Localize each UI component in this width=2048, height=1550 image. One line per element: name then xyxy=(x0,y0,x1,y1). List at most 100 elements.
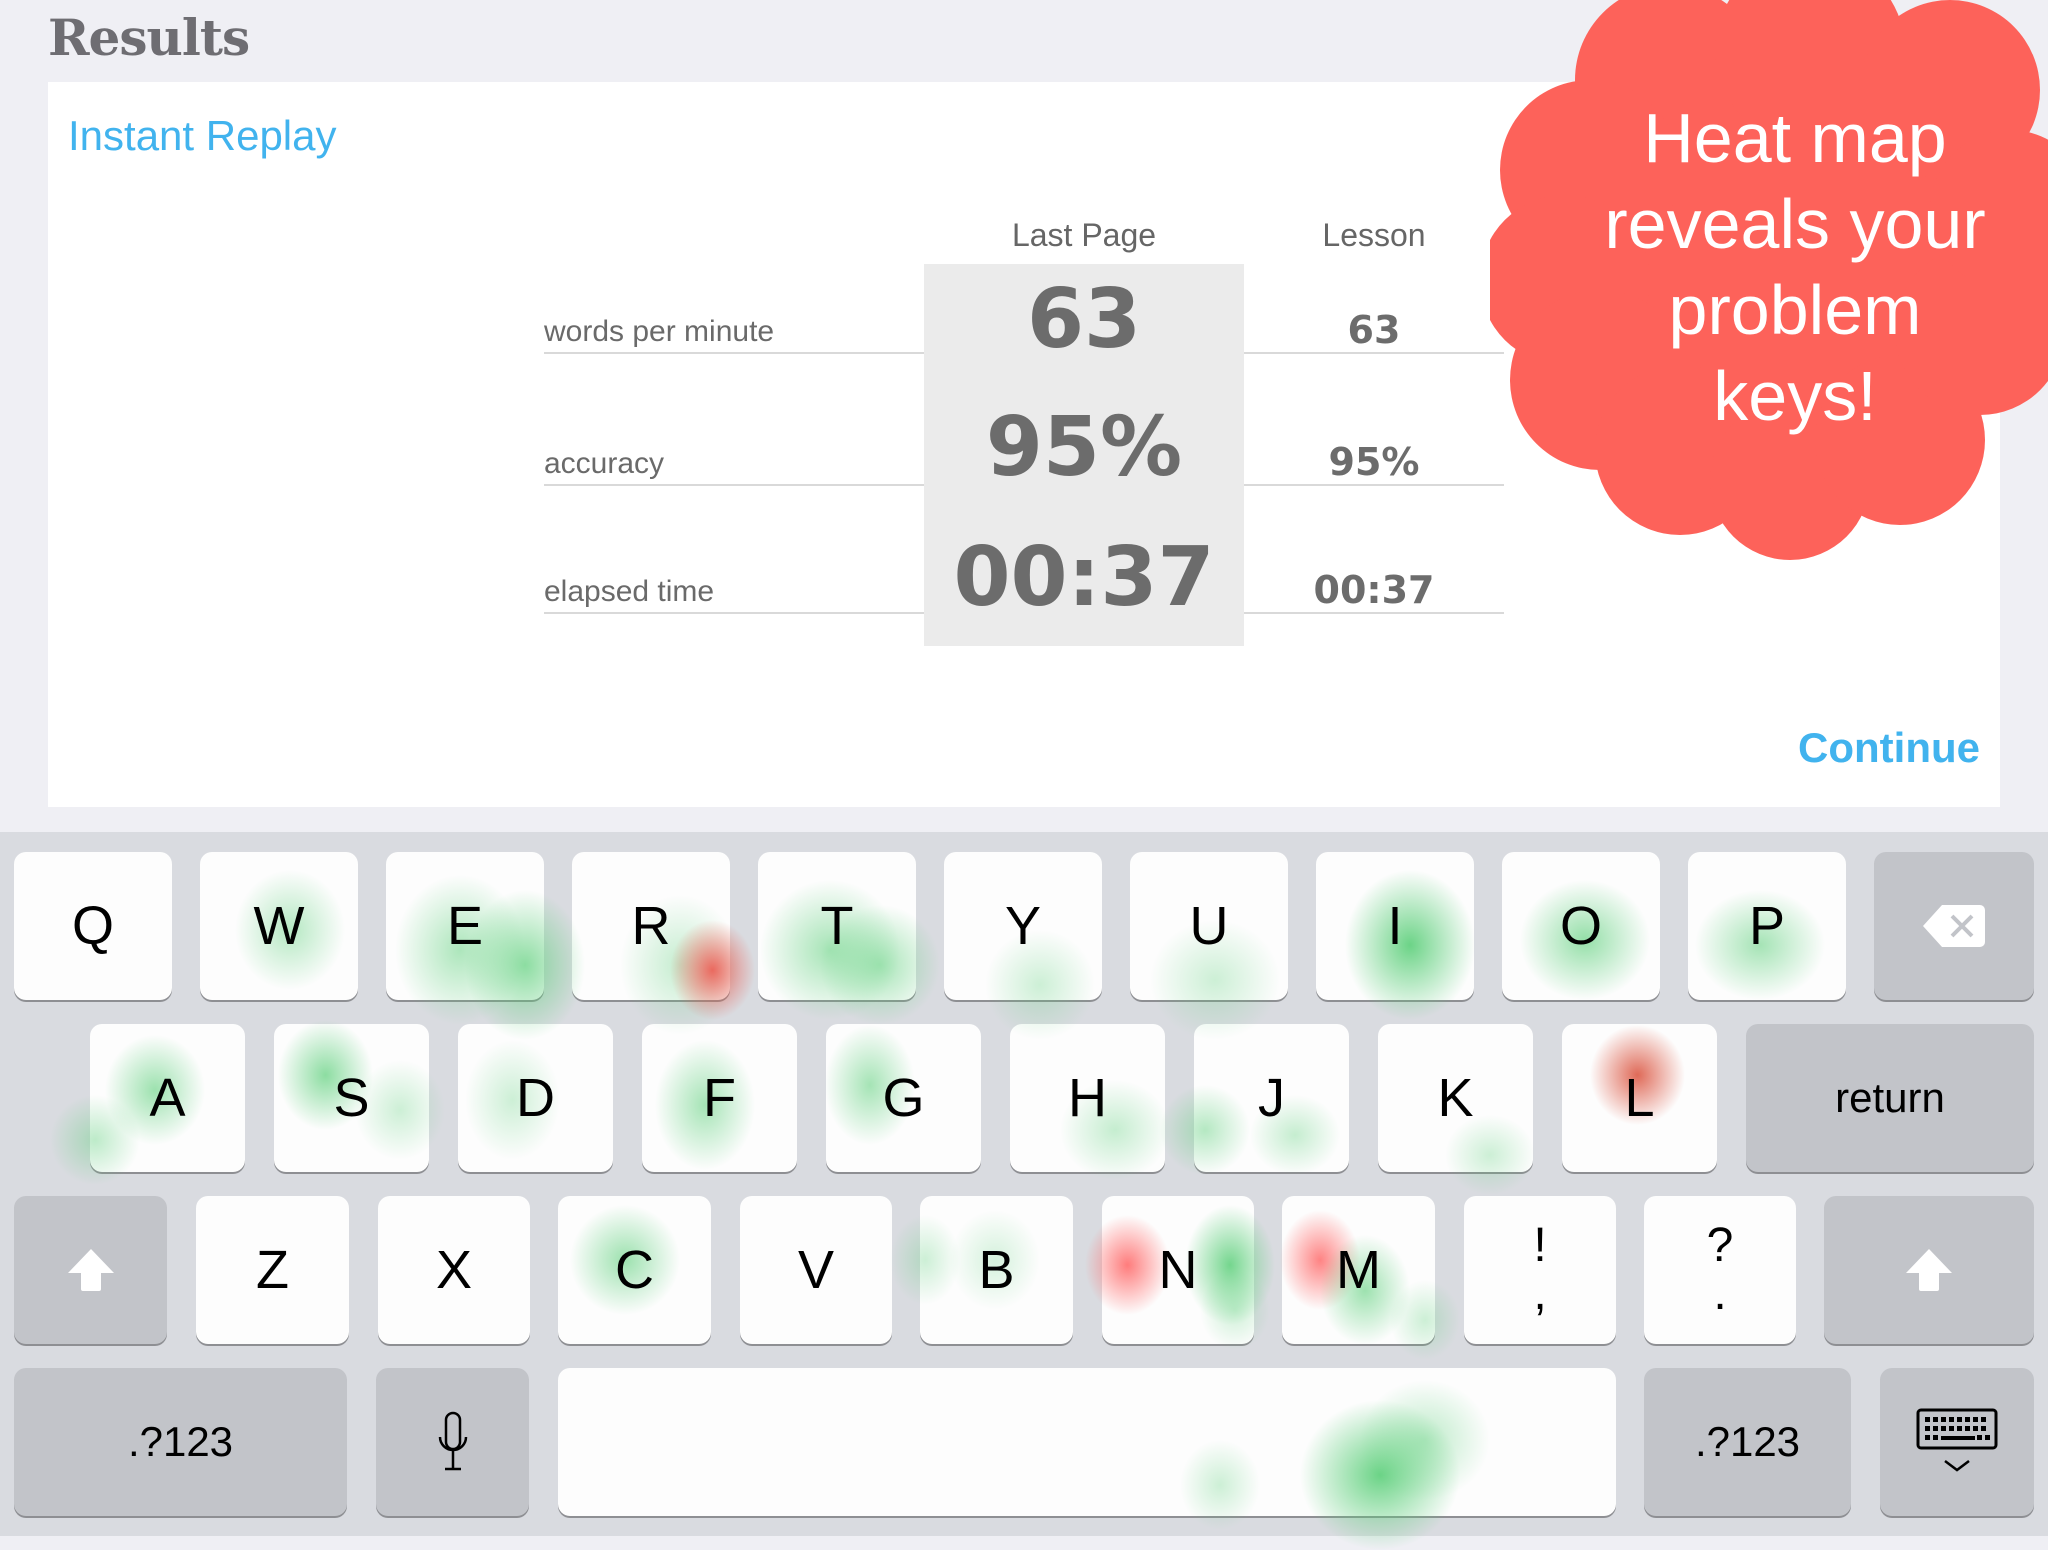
column-header-last-page: Last Page xyxy=(1011,217,1157,253)
key-label: O xyxy=(1559,896,1602,956)
key-k[interactable]: K xyxy=(1378,1024,1533,1172)
key-s[interactable]: S xyxy=(274,1024,429,1172)
key-label: W xyxy=(253,896,305,956)
accuracy-last-page: 95% xyxy=(985,400,1183,495)
key-shift-left[interactable] xyxy=(14,1196,167,1344)
key-label: L xyxy=(1624,1068,1655,1128)
key-label: R xyxy=(631,896,671,956)
key-q[interactable]: Q xyxy=(14,852,172,1000)
page-title: Results xyxy=(48,8,250,67)
key-space[interactable] xyxy=(558,1368,1616,1516)
key-label: Z xyxy=(256,1240,289,1300)
callout-line: keys! xyxy=(1713,357,1877,435)
row-label-elapsed: elapsed time xyxy=(544,575,715,608)
key-label: G xyxy=(882,1068,925,1128)
wpm-lesson: 63 xyxy=(1347,308,1401,352)
key-label: I xyxy=(1387,896,1403,956)
key-label: E xyxy=(446,896,484,956)
key-m[interactable]: M xyxy=(1282,1196,1435,1344)
key-label: X xyxy=(435,1240,473,1300)
shift-icon xyxy=(67,1249,114,1291)
key-label: return xyxy=(1835,1074,1945,1121)
key-label: J xyxy=(1258,1068,1285,1128)
key-b[interactable]: B xyxy=(920,1196,1073,1344)
divider xyxy=(544,352,924,354)
key-u[interactable]: U xyxy=(1130,852,1288,1000)
divider xyxy=(1244,612,1504,614)
key-r[interactable]: R xyxy=(572,852,730,1000)
key-return[interactable]: return xyxy=(1746,1024,2034,1172)
key-delete[interactable] xyxy=(1874,852,2034,1000)
microphone-icon xyxy=(438,1411,467,1471)
key-c[interactable]: C xyxy=(558,1196,711,1344)
key-label: D xyxy=(516,1068,555,1128)
key-label: Q xyxy=(71,896,114,956)
key-label: ? xyxy=(1706,1219,1734,1272)
key-label: M xyxy=(1336,1240,1381,1300)
key-label: . xyxy=(1713,1267,1727,1320)
key-h[interactable]: H xyxy=(1010,1024,1165,1172)
key-label: T xyxy=(820,896,854,956)
key-numbers-left[interactable]: .?123 xyxy=(14,1368,347,1516)
key-v[interactable]: V xyxy=(740,1196,892,1344)
key-l[interactable]: L xyxy=(1562,1024,1717,1172)
key-label: ! xyxy=(1533,1219,1547,1272)
key-label: Y xyxy=(1004,896,1042,956)
key-label: F xyxy=(703,1068,736,1128)
callout-line: reveals your xyxy=(1604,185,1986,263)
row-label-wpm: words per minute xyxy=(544,315,775,348)
key-label: B xyxy=(978,1240,1015,1300)
callout-line: Heat map xyxy=(1643,99,1947,177)
key-y[interactable]: Y xyxy=(944,852,1102,1000)
key-question-period[interactable]: ? . xyxy=(1644,1196,1796,1344)
continue-button[interactable]: Continue xyxy=(1798,724,1980,772)
key-t[interactable]: T xyxy=(758,852,916,1000)
divider xyxy=(1244,352,1504,354)
key-label: , xyxy=(1533,1267,1547,1320)
instant-replay-link[interactable]: Instant Replay xyxy=(68,112,337,160)
key-numbers-right[interactable]: .?123 xyxy=(1644,1368,1851,1516)
key-o[interactable]: O xyxy=(1502,852,1660,1000)
column-header-lesson: Lesson xyxy=(1322,217,1426,253)
key-label: V xyxy=(797,1240,835,1300)
shift-icon xyxy=(1906,1249,1952,1291)
key-z[interactable]: Z xyxy=(196,1196,349,1344)
wpm-last-page: 63 xyxy=(1026,272,1142,367)
elapsed-last-page: 00:37 xyxy=(953,530,1215,625)
divider xyxy=(1244,484,1504,486)
key-label: A xyxy=(149,1068,186,1128)
keyboard-dismiss-icon xyxy=(1916,1408,1998,1472)
key-j[interactable]: J xyxy=(1194,1024,1349,1172)
key-label: S xyxy=(333,1068,370,1128)
divider xyxy=(544,484,924,486)
key-label: N xyxy=(1158,1240,1198,1300)
divider xyxy=(544,612,924,614)
key-f[interactable]: F xyxy=(642,1024,797,1172)
key-w[interactable]: W xyxy=(200,852,358,1000)
row-label-accuracy: accuracy xyxy=(544,447,665,480)
key-label: C xyxy=(615,1240,654,1300)
key-label: P xyxy=(1748,896,1786,956)
key-d[interactable]: D xyxy=(458,1024,613,1172)
key-label: .?123 xyxy=(127,1418,234,1465)
elapsed-lesson: 00:37 xyxy=(1313,568,1435,612)
key-label: U xyxy=(1189,896,1229,956)
key-a[interactable]: A xyxy=(90,1024,245,1172)
key-i[interactable]: I xyxy=(1316,852,1474,1000)
key-label: K xyxy=(1437,1068,1474,1128)
key-n[interactable]: N xyxy=(1102,1196,1254,1344)
key-dismiss-keyboard[interactable] xyxy=(1880,1368,2034,1516)
key-x[interactable]: X xyxy=(378,1196,530,1344)
key-label: H xyxy=(1068,1068,1107,1128)
accuracy-lesson: 95% xyxy=(1328,440,1420,484)
key-label: .?123 xyxy=(1694,1418,1801,1465)
key-e[interactable]: E xyxy=(386,852,544,1000)
key-p[interactable]: P xyxy=(1688,852,1846,1000)
key-g[interactable]: G xyxy=(826,1024,981,1172)
key-exclaim-comma[interactable]: ! , xyxy=(1464,1196,1616,1344)
key-microphone[interactable] xyxy=(376,1368,529,1516)
callout-line: problem xyxy=(1668,271,1922,349)
key-shift-right[interactable] xyxy=(1824,1196,2034,1344)
backspace-icon xyxy=(1923,905,1985,947)
callout-text: Heat map reveals your problem keys! xyxy=(1560,95,2030,439)
